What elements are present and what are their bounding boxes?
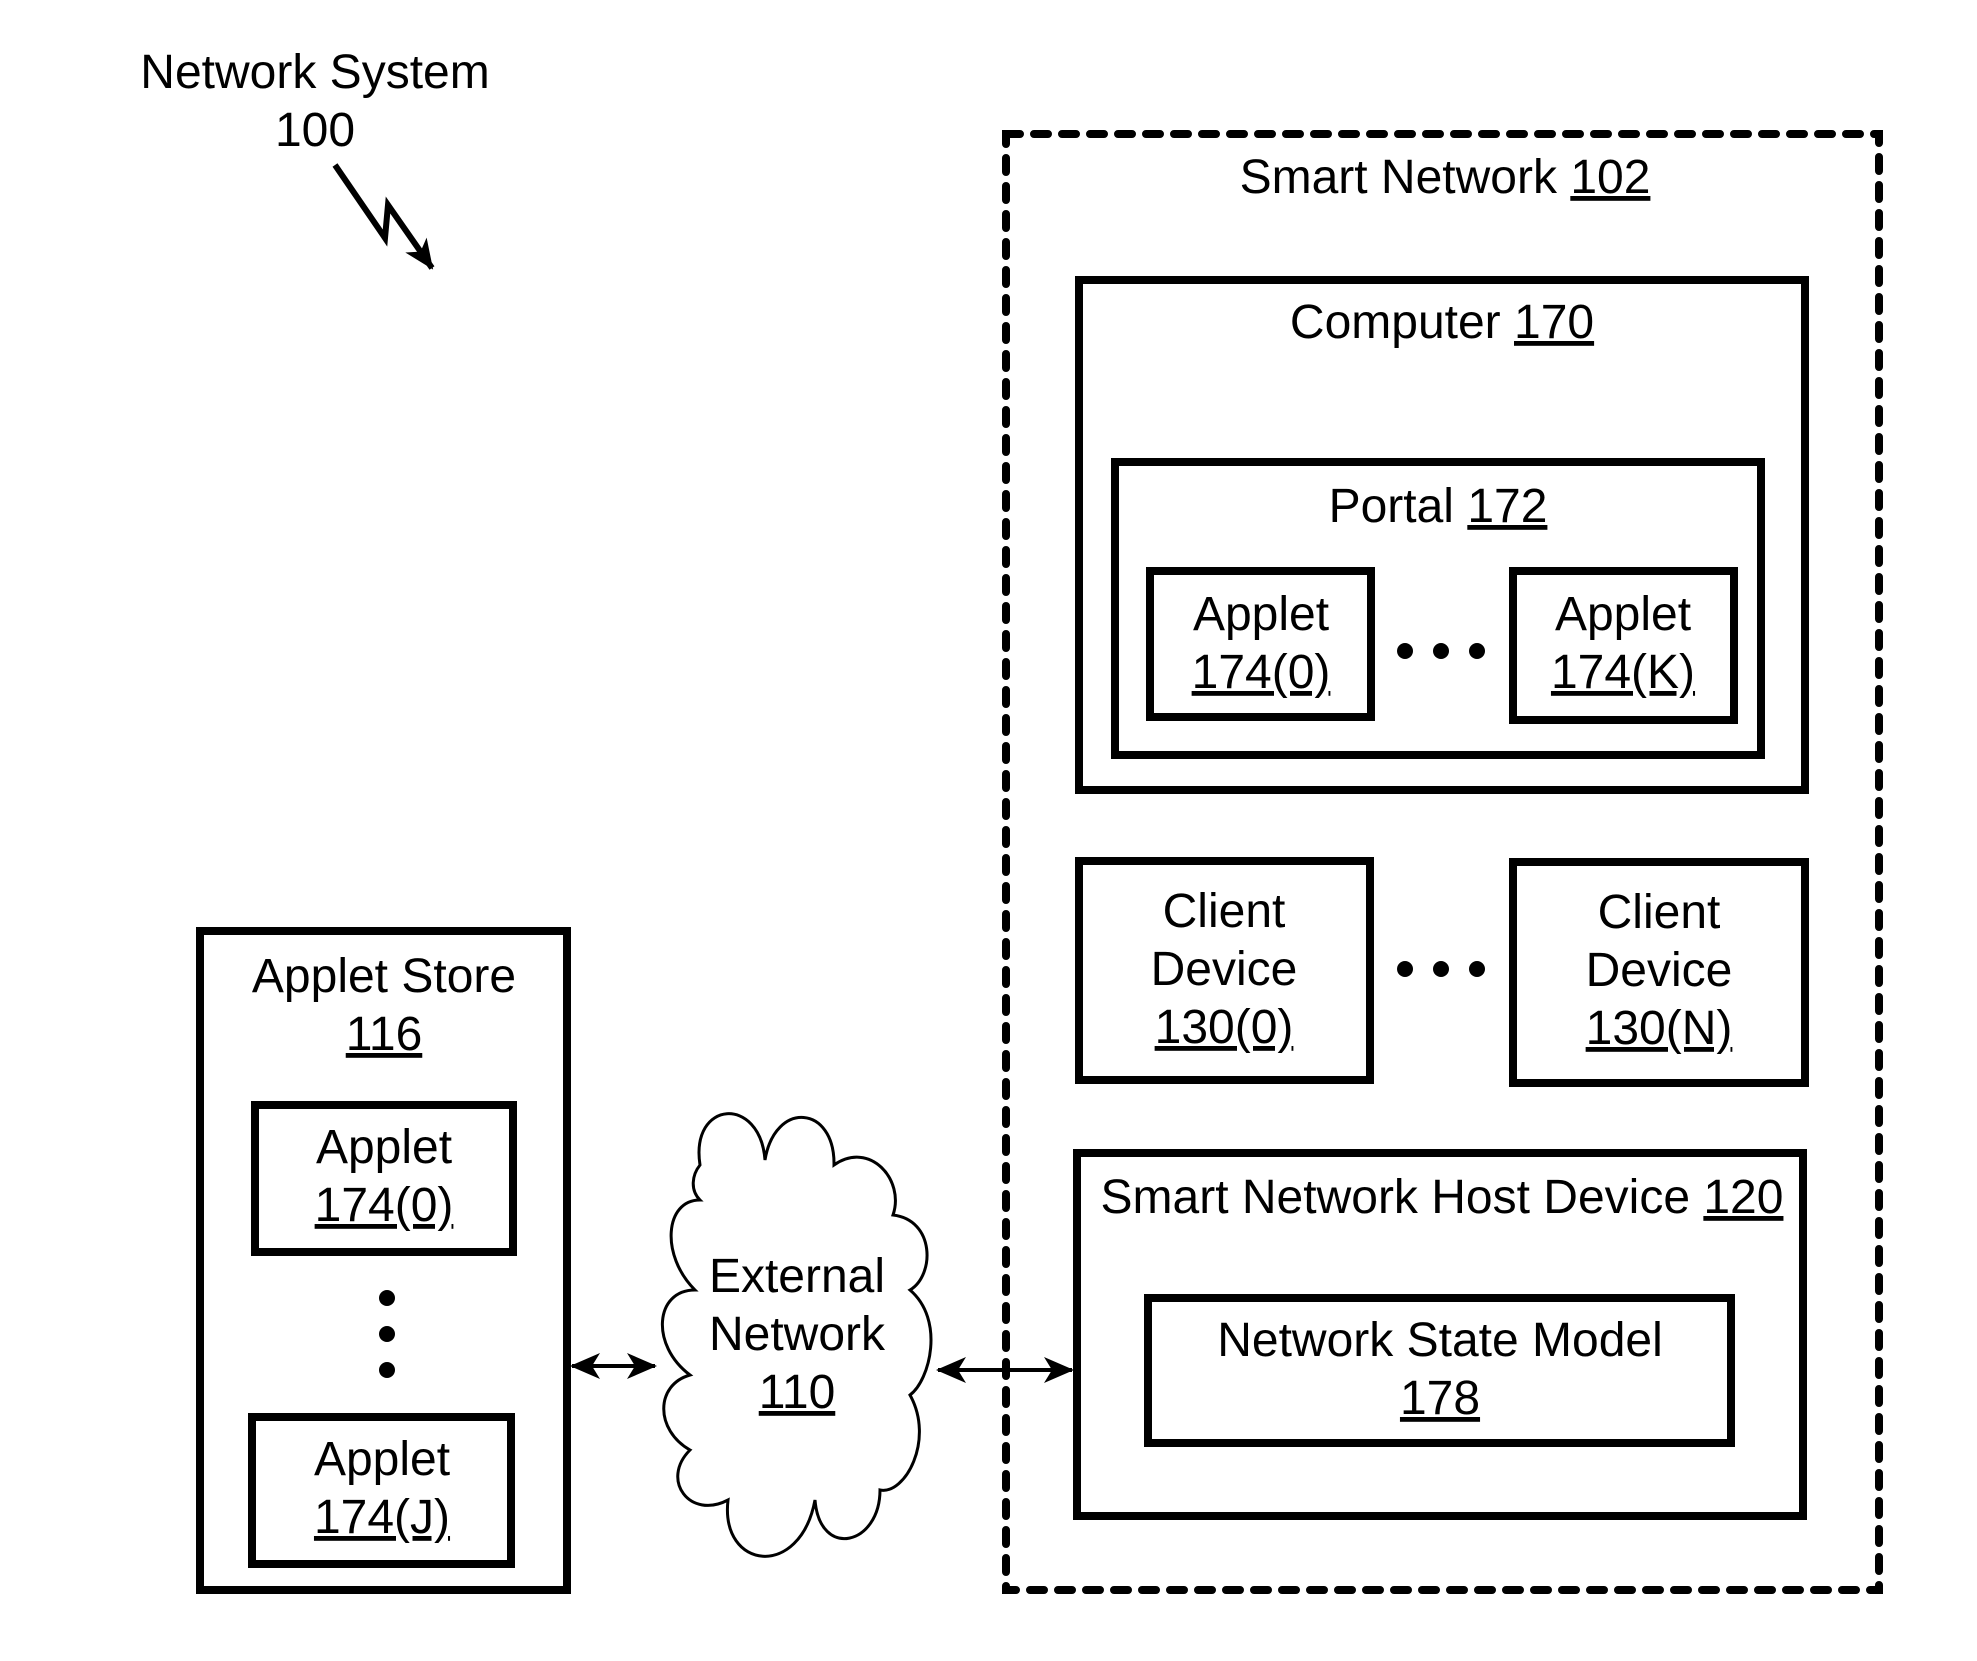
- store-ellipsis: [379, 1290, 395, 1378]
- title-line1: Network System: [140, 46, 489, 99]
- client-label: Client: [1163, 885, 1286, 938]
- applet-ref: 174(0): [315, 1179, 454, 1232]
- ellipsis-dot: [1397, 961, 1413, 977]
- ellipsis-dot: [1433, 643, 1449, 659]
- ellipsis-dot: [1433, 961, 1449, 977]
- portal-applet-k: Applet 174(K): [1509, 567, 1738, 724]
- client-ref: 130(N): [1586, 1002, 1733, 1055]
- applet-store-ref: 116: [346, 1008, 423, 1061]
- applet-label: Applet: [314, 1433, 450, 1486]
- applet-ref: 174(0): [1192, 646, 1331, 699]
- host-device-label: Smart Network Host Device 120: [1101, 1171, 1784, 1224]
- client-device-n: Client Device 130(N): [1509, 858, 1809, 1087]
- client-ref: 130(0): [1155, 1001, 1294, 1054]
- applet-label: Applet: [1555, 588, 1691, 641]
- store-applet-0: Applet 174(0): [251, 1101, 517, 1256]
- client-device-0: Client Device 130(0): [1075, 857, 1374, 1084]
- external-network-ref: 110: [759, 1366, 836, 1419]
- ellipsis-dot: [379, 1362, 395, 1378]
- external-network-label: Network: [709, 1308, 886, 1361]
- nsm-label: Network State Model: [1217, 1314, 1663, 1367]
- client-ellipsis: [1397, 961, 1485, 977]
- client-label: Client: [1598, 886, 1721, 939]
- applet-store-label: Applet Store: [252, 950, 516, 1003]
- store-applet-j: Applet 174(J): [248, 1413, 515, 1568]
- applet-label: Applet: [316, 1121, 452, 1174]
- network-state-model-box: Network State Model 178: [1144, 1294, 1735, 1447]
- computer-label: Computer 170: [1290, 296, 1594, 349]
- portal-label: Portal 172: [1329, 480, 1548, 533]
- external-network-cloud: External Network 110: [660, 1112, 933, 1558]
- network-system-diagram: Network System 100 Smart Network 102 Com…: [140, 46, 1883, 1594]
- ellipsis-dot: [379, 1290, 395, 1306]
- applet-ref: 174(K): [1551, 646, 1695, 699]
- ellipsis-dot: [1469, 961, 1485, 977]
- ellipsis-dot: [1397, 643, 1413, 659]
- ellipsis-dot: [379, 1326, 395, 1342]
- nsm-ref: 178: [1400, 1372, 1480, 1425]
- client-label: Device: [1151, 943, 1298, 996]
- ellipsis-dot: [1469, 643, 1485, 659]
- portal-ellipsis: [1397, 643, 1485, 659]
- client-label: Device: [1586, 944, 1733, 997]
- title-ref: 100: [275, 104, 355, 157]
- external-network-label: External: [709, 1250, 885, 1303]
- applet-label: Applet: [1193, 588, 1329, 641]
- portal-applet-0: Applet 174(0): [1146, 567, 1375, 721]
- figure-title: Network System 100: [140, 46, 490, 270]
- applet-ref: 174(J): [314, 1491, 450, 1544]
- reference-arrow-icon: [332, 163, 435, 270]
- smart-network-label: Smart Network 102: [1240, 151, 1651, 204]
